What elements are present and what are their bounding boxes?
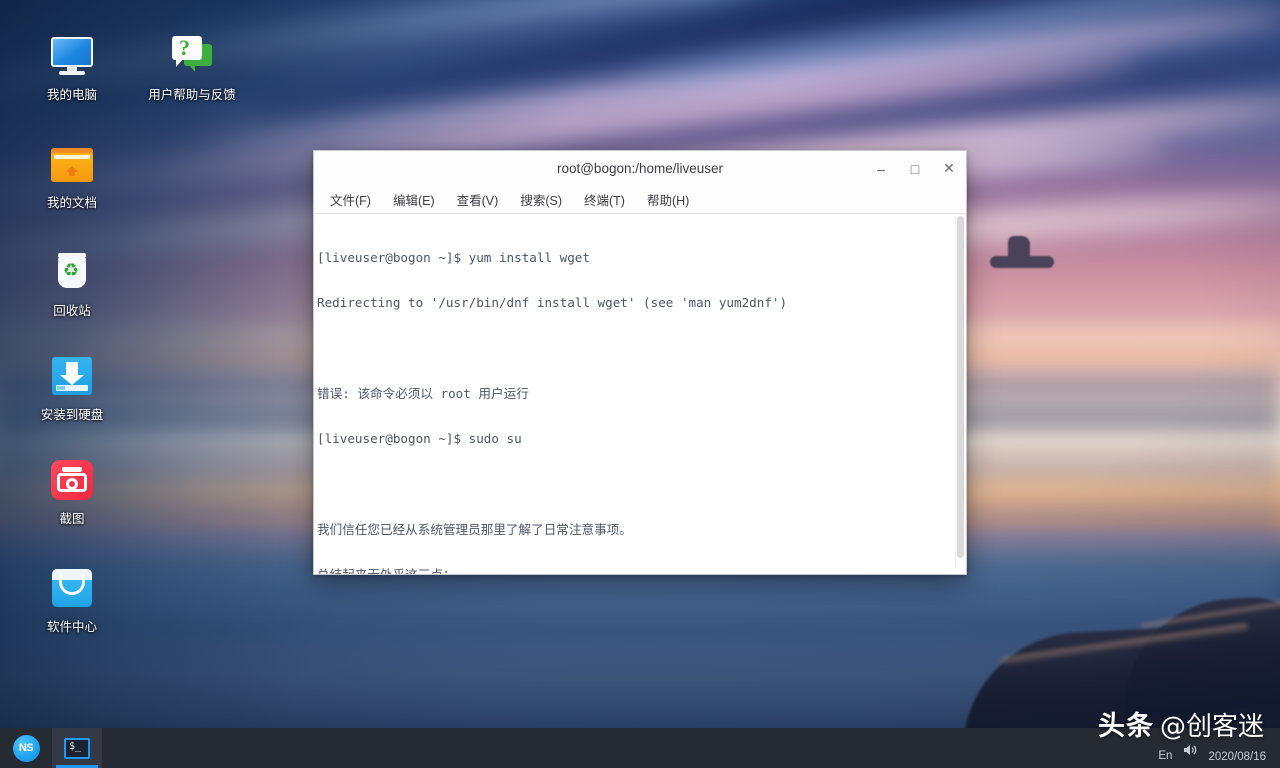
terminal-line: 错误: 该命令必须以 root 用户运行 xyxy=(317,386,966,401)
desktop-icon-label: 回收站 xyxy=(22,303,122,320)
terminal-output-area[interactable]: [liveuser@bogon ~]$ yum install wget Red… xyxy=(314,214,966,574)
menu-edit[interactable]: 编辑(E) xyxy=(391,188,437,211)
desktop-icon-label: 安装到硬盘 xyxy=(22,407,122,424)
terminal-text: [liveuser@bogon ~]$ yum install wget Red… xyxy=(316,220,966,574)
desktop-icon-help-feedback[interactable]: ? 用户帮助与反馈 xyxy=(140,32,244,104)
screenshot-camera-icon xyxy=(48,456,96,504)
terminal-scrollbar-thumb[interactable] xyxy=(957,216,964,558)
terminal-window[interactable]: root@bogon:/home/liveuser – □ ✕ 文件(F) 编辑… xyxy=(313,150,967,575)
menu-view[interactable]: 查看(V) xyxy=(455,188,501,211)
terminal-scrollbar[interactable] xyxy=(955,216,964,568)
install-to-disk-icon xyxy=(48,352,96,400)
desktop-icon-label: 截图 xyxy=(22,511,122,528)
desktop-icon-recycle-bin[interactable]: ♻ 回收站 xyxy=(20,248,124,320)
menu-file[interactable]: 文件(F) xyxy=(328,188,373,211)
recycle-bin-icon: ♻ xyxy=(48,248,96,296)
desktop-icon-label: 软件中心 xyxy=(22,619,122,636)
desktop-icon-label: 用户帮助与反馈 xyxy=(142,87,242,104)
desktop-icon-my-documents[interactable]: 我的文档 xyxy=(20,140,124,212)
maximize-button[interactable]: □ xyxy=(898,151,932,186)
desktop: 我的电脑 ? 用户帮助与反馈 我的文档 ♻ 回收站 安装到硬盘 截图 xyxy=(0,0,1280,768)
clock-date[interactable]: 2020/08/16 xyxy=(1208,751,1266,768)
desktop-icon-my-computer[interactable]: 我的电脑 xyxy=(20,32,124,104)
terminal-line: Redirecting to '/usr/bin/dnf install wge… xyxy=(317,295,966,310)
system-tray: En 2020/08/16 xyxy=(1158,728,1280,768)
desktop-icon-label: 我的文档 xyxy=(22,195,122,212)
minimize-button[interactable]: – xyxy=(864,151,898,186)
window-title-bar[interactable]: root@bogon:/home/liveuser – □ ✕ xyxy=(314,151,966,186)
close-button[interactable]: ✕ xyxy=(932,151,966,186)
start-logo-icon: NS xyxy=(13,735,40,762)
speaker-icon[interactable] xyxy=(1182,743,1198,768)
window-title: root@bogon:/home/liveuser xyxy=(557,161,723,176)
help-feedback-icon: ? xyxy=(168,32,216,80)
language-indicator[interactable]: En xyxy=(1158,750,1172,768)
terminal-menu-bar: 文件(F) 编辑(E) 查看(V) 搜索(S) 终端(T) 帮助(H) xyxy=(314,186,966,214)
desktop-icon-software-center[interactable]: 软件中心 xyxy=(20,564,124,636)
terminal-line: [liveuser@bogon ~]$ sudo su xyxy=(317,431,966,446)
desktop-icon-label: 我的电脑 xyxy=(22,87,122,104)
documents-folder-icon xyxy=(48,140,96,188)
menu-search[interactable]: 搜索(S) xyxy=(518,188,564,211)
menu-help[interactable]: 帮助(H) xyxy=(645,188,691,211)
menu-terminal[interactable]: 终端(T) xyxy=(582,188,627,211)
window-controls: – □ ✕ xyxy=(864,151,966,186)
start-button[interactable]: NS xyxy=(0,728,52,768)
terminal-line: 总结起来无外乎这三点： xyxy=(317,567,966,574)
desktop-icon-screenshot[interactable]: 截图 xyxy=(20,456,124,528)
terminal-line xyxy=(317,477,966,492)
taskbar: NS En 2020/08/16 xyxy=(0,728,1280,768)
terminal-icon xyxy=(64,738,90,759)
taskbar-item-terminal[interactable] xyxy=(52,728,102,768)
desktop-icon-install-to-disk[interactable]: 安装到硬盘 xyxy=(20,352,124,424)
computer-monitor-icon xyxy=(48,32,96,80)
terminal-line: 我们信任您已经从系统管理员那里了解了日常注意事项。 xyxy=(317,522,966,537)
terminal-line: [liveuser@bogon ~]$ yum install wget xyxy=(317,250,966,265)
terminal-line xyxy=(317,341,966,356)
software-center-icon xyxy=(48,564,96,612)
